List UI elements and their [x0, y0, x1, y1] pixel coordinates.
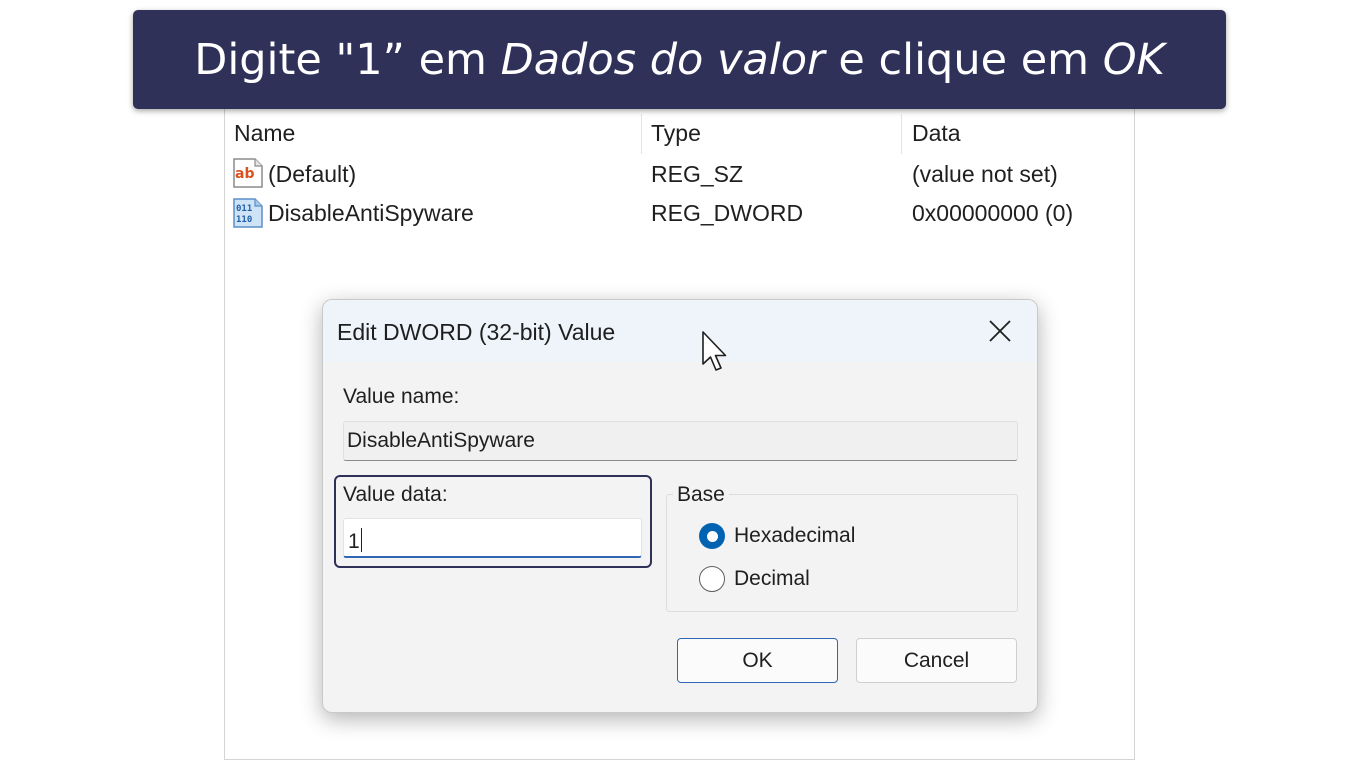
- column-header-data[interactable]: Data: [912, 120, 961, 147]
- close-button[interactable]: [963, 300, 1037, 362]
- radio-selected-icon: [699, 523, 725, 549]
- ok-button[interactable]: OK: [677, 638, 838, 683]
- value-type: REG_DWORD: [651, 200, 804, 226]
- value-data: 0x00000000 (0): [912, 200, 1074, 226]
- value-data-label: Value data:: [343, 483, 448, 506]
- value-name-label: Value name:: [343, 385, 460, 408]
- value-name: DisableAntiSpyware: [268, 200, 474, 226]
- column-separator: [641, 114, 642, 154]
- instruction-banner: Digite "1” em Dados do valor e clique em…: [133, 10, 1226, 109]
- value-type: REG_SZ: [651, 161, 744, 187]
- value-data-input[interactable]: 1: [343, 518, 642, 558]
- value-data-text: 1: [348, 530, 360, 553]
- value-data: (value not set): [912, 161, 1058, 187]
- radio-decimal[interactable]: Decimal: [699, 566, 810, 592]
- value-name: (Default): [268, 161, 357, 187]
- text-caret: [360, 528, 362, 552]
- string-value-icon: ab: [233, 158, 263, 188]
- column-header-name[interactable]: Name: [234, 120, 295, 147]
- svg-text:011: 011: [236, 204, 252, 214]
- banner-text: e clique em: [824, 34, 1103, 85]
- column-header-type[interactable]: Type: [651, 120, 701, 147]
- banner-text: Digite "1” em: [194, 34, 501, 85]
- radio-label: Decimal: [734, 567, 810, 590]
- svg-text:110: 110: [236, 215, 252, 225]
- base-label: Base: [673, 483, 729, 507]
- mouse-pointer-icon: [702, 331, 727, 371]
- binary-value-icon: 011 110: [233, 198, 263, 228]
- banner-emphasis-ok: OK: [1102, 34, 1165, 85]
- column-separator: [901, 114, 902, 154]
- banner-emphasis-value-data: Dados do valor: [500, 34, 825, 85]
- radio-unselected-icon: [699, 566, 725, 592]
- svg-text:ab: ab: [235, 166, 254, 182]
- radio-label: Hexadecimal: [734, 524, 856, 547]
- cancel-button[interactable]: Cancel: [856, 638, 1017, 683]
- dialog-title: Edit DWORD (32-bit) Value: [337, 319, 616, 345]
- base-group-box: [666, 494, 1018, 612]
- radio-hexadecimal[interactable]: Hexadecimal: [699, 523, 855, 549]
- value-name-field: DisableAntiSpyware: [343, 421, 1018, 461]
- edit-dword-dialog: Edit DWORD (32-bit) Value Value name: Di…: [322, 299, 1038, 713]
- dialog-titlebar[interactable]: Edit DWORD (32-bit) Value: [323, 300, 1037, 362]
- close-icon: [989, 320, 1011, 342]
